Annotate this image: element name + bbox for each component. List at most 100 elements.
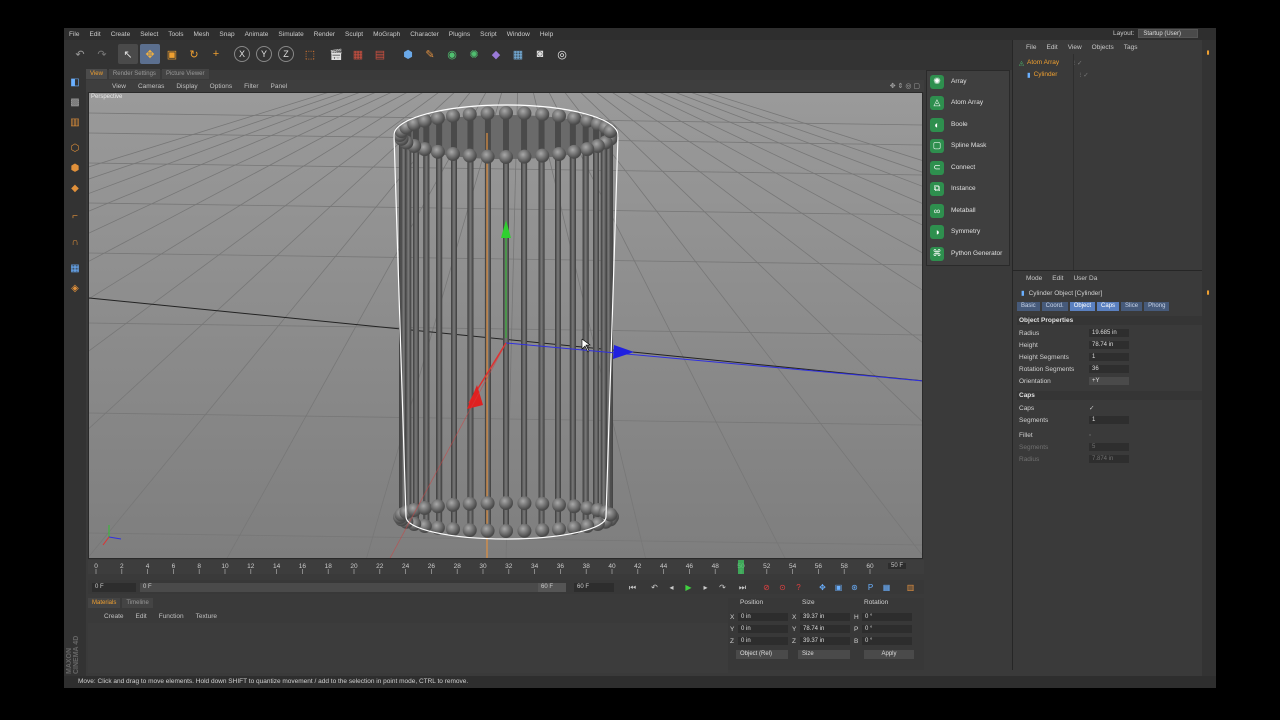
size-y-field[interactable]: 78.74 in xyxy=(800,625,850,633)
record-keys-icon[interactable]: ⊘ xyxy=(760,582,773,593)
menu-render[interactable]: Render xyxy=(309,31,340,38)
points-mode-icon[interactable]: ⬡ xyxy=(67,140,83,156)
move-tool-icon[interactable]: ✥ xyxy=(140,44,160,64)
obj-menu-view[interactable]: View xyxy=(1063,44,1087,51)
generator-boole[interactable]: ◐ Boole xyxy=(927,114,1011,135)
timeline-window-icon[interactable]: ▥ xyxy=(904,582,917,593)
rot-h-field[interactable]: 0 ° xyxy=(862,613,912,621)
array-generator-icon[interactable]: ✺ xyxy=(464,44,484,64)
menu-mograph[interactable]: MoGraph xyxy=(368,31,405,38)
visibility-dots-icon[interactable]: ⁝ ✓ xyxy=(1079,71,1088,79)
auto-key-icon[interactable]: ⊙ xyxy=(776,582,789,593)
pos-x-field[interactable]: 0 in xyxy=(738,613,788,621)
obj-menu-objects[interactable]: Objects xyxy=(1087,44,1119,51)
obj-menu-edit[interactable]: Edit xyxy=(1041,44,1062,51)
visibility-dots-icon[interactable]: ⁝ ✓ xyxy=(1073,59,1082,67)
segments-field[interactable]: 1 xyxy=(1089,416,1129,424)
z-axis-lock-icon[interactable]: Z xyxy=(278,46,294,62)
menu-select[interactable]: Select xyxy=(135,31,163,38)
texture-mode-icon[interactable]: ▩ xyxy=(67,94,83,110)
rotate-tool-icon[interactable]: ↻ xyxy=(184,44,204,64)
tab-materials[interactable]: Materials xyxy=(88,598,121,608)
menu-snap[interactable]: Snap xyxy=(214,31,239,38)
rot-b-field[interactable]: 0 ° xyxy=(862,637,912,645)
menu-tools[interactable]: Tools xyxy=(163,31,188,38)
generator-metaball[interactable]: ∞ Metaball xyxy=(927,200,1011,221)
next-frame-icon[interactable]: ▸ xyxy=(699,582,712,593)
objects-side-tab-icon[interactable]: ▮ xyxy=(1205,50,1211,56)
record-rotation-icon[interactable]: ⊛ xyxy=(848,582,861,593)
menu-plugins[interactable]: Plugins xyxy=(444,31,475,38)
planar-workplane-icon[interactable]: ◈ xyxy=(67,280,83,296)
y-axis-lock-icon[interactable]: Y xyxy=(256,46,272,62)
pos-z-field[interactable]: 0 in xyxy=(738,637,788,645)
floor-scene-icon[interactable]: ▦ xyxy=(508,44,528,64)
menu-animate[interactable]: Animate xyxy=(240,31,274,38)
menu-script[interactable]: Script xyxy=(475,31,502,38)
playhead-marker[interactable] xyxy=(738,560,744,574)
undo-icon[interactable]: ↶ xyxy=(70,44,90,64)
apply-button[interactable]: Apply xyxy=(864,650,914,659)
obj-menu-tags[interactable]: Tags xyxy=(1119,44,1143,51)
orientation-dropdown[interactable]: +Y xyxy=(1089,377,1129,385)
keyframe-selection-icon[interactable]: ? xyxy=(792,582,805,593)
frame-range-slider[interactable]: 0 F xyxy=(140,583,552,592)
viewport-nav-icons[interactable]: ✥ ⇕ ◎ ▢ xyxy=(890,82,920,90)
generator-atom-array[interactable]: ◬ Atom Array xyxy=(927,92,1011,113)
snap-magnet-icon[interactable]: ∩ xyxy=(67,234,83,250)
tab-render-settings[interactable]: Render Settings xyxy=(108,69,160,79)
locked-workplane-icon[interactable]: ▦ xyxy=(67,260,83,276)
menu-character[interactable]: Character xyxy=(405,31,444,38)
fillet-radius-field[interactable]: 7.874 in xyxy=(1089,455,1129,463)
mat-menu-edit[interactable]: Edit xyxy=(130,613,153,620)
go-to-end-icon[interactable]: ⏭ xyxy=(736,582,749,593)
menu-sculpt[interactable]: Sculpt xyxy=(340,31,368,38)
size-z-field[interactable]: 39.37 in xyxy=(800,637,850,645)
x-axis-lock-icon[interactable]: X xyxy=(234,46,250,62)
generator-spline-mask[interactable]: ▢ Spline Mask xyxy=(927,135,1011,156)
pen-spline-icon[interactable]: ✎ xyxy=(420,44,440,64)
material-manager-area[interactable] xyxy=(88,623,728,673)
record-parameter-icon[interactable]: P xyxy=(864,582,877,593)
obj-menu-file[interactable]: File xyxy=(1021,44,1041,51)
size-x-field[interactable]: 39.37 in xyxy=(800,613,850,621)
mat-menu-function[interactable]: Function xyxy=(153,613,190,620)
menu-mesh[interactable]: Mesh xyxy=(188,31,214,38)
vp-menu-view[interactable]: View xyxy=(106,83,132,90)
attr-menu-mode[interactable]: Mode xyxy=(1021,275,1047,282)
cube-primitive-icon[interactable]: ⬢ xyxy=(398,44,418,64)
record-position-icon[interactable]: ✥ xyxy=(816,582,829,593)
generator-connect[interactable]: ⊂ Connect xyxy=(927,157,1011,178)
record-pla-icon[interactable]: ▦ xyxy=(880,582,893,593)
attr-menu-edit[interactable]: Edit xyxy=(1047,275,1068,282)
render-view-icon[interactable]: 🎬︎ xyxy=(326,44,346,64)
menu-help[interactable]: Help xyxy=(535,31,558,38)
tab-basic[interactable]: Basic xyxy=(1017,302,1040,311)
tab-timeline[interactable]: Timeline xyxy=(122,598,153,608)
tab-slice[interactable]: Slice xyxy=(1121,302,1143,311)
play-icon[interactable]: ▶ xyxy=(682,582,695,593)
workplane-icon[interactable]: ▥ xyxy=(67,114,83,130)
height-field[interactable]: 78.74 in xyxy=(1089,341,1129,349)
generator-symmetry[interactable]: ◑ Symmetry xyxy=(927,221,1011,242)
size-mode-dropdown[interactable]: Size xyxy=(798,650,850,659)
deformer-icon[interactable]: ◆ xyxy=(486,44,506,64)
render-settings-icon[interactable]: ▤ xyxy=(370,44,390,64)
rot-p-field[interactable]: 0 ° xyxy=(862,625,912,633)
tab-phong[interactable]: Phong xyxy=(1144,302,1170,311)
perspective-viewport[interactable]: Perspective xyxy=(88,92,923,559)
menu-create[interactable]: Create xyxy=(106,31,136,38)
fillet-segments-field[interactable]: 5 xyxy=(1089,443,1129,451)
generator-instance[interactable]: ⧉ Instance xyxy=(927,178,1011,199)
vp-menu-cameras[interactable]: Cameras xyxy=(132,83,170,90)
caps-checkbox[interactable]: ✓ xyxy=(1089,404,1094,412)
menu-simulate[interactable]: Simulate xyxy=(273,31,308,38)
vp-menu-display[interactable]: Display xyxy=(170,83,203,90)
tab-caps[interactable]: Caps xyxy=(1097,302,1120,311)
generator-array[interactable]: ✺ Array xyxy=(927,71,1011,92)
tab-object[interactable]: Object xyxy=(1069,302,1096,311)
menu-edit[interactable]: Edit xyxy=(84,31,105,38)
model-mode-icon[interactable]: ◧ xyxy=(67,74,83,90)
light-icon[interactable]: ◎ xyxy=(552,44,572,64)
tab-picture-viewer[interactable]: Picture Viewer xyxy=(161,69,209,79)
